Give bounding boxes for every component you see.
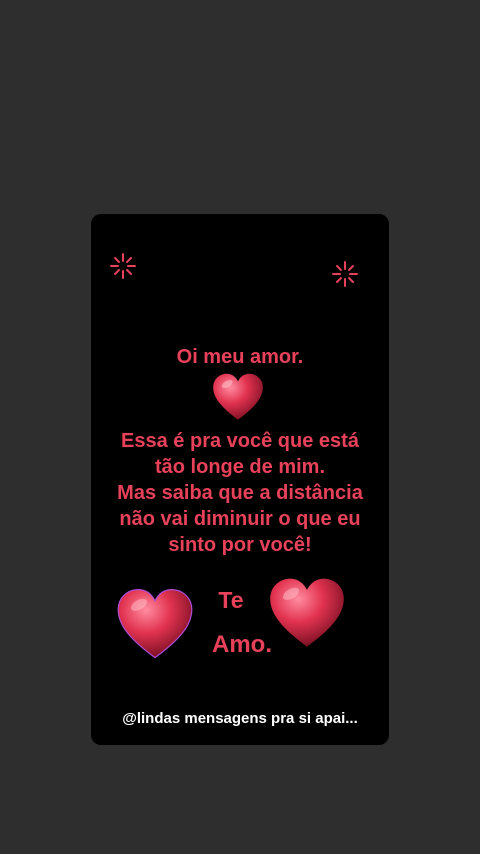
te-text: Te — [218, 587, 244, 613]
story-card[interactable]: Oi meu amor. Essa é pra você que está tã… — [91, 214, 389, 745]
message-line: Essa é pra você que está — [121, 430, 359, 452]
message-line: sinto por você! — [168, 534, 312, 556]
message-body: Essa é pra você que está tão longe de mi… — [91, 428, 389, 558]
heart-icon — [270, 578, 344, 647]
sparkle-icon — [332, 261, 358, 287]
message-line: Mas saiba que a distância — [117, 482, 363, 504]
message-line: tão longe de mim. — [154, 456, 326, 478]
message-line: não vai diminuir o que eu — [119, 508, 361, 530]
sparkle-icon — [110, 253, 136, 279]
heart-icon — [213, 373, 263, 420]
heart-icon — [117, 588, 193, 659]
greeting-text: Oi meu amor. — [176, 346, 304, 368]
story-caption[interactable]: @lindas mensagens pra si apai... — [91, 710, 389, 727]
